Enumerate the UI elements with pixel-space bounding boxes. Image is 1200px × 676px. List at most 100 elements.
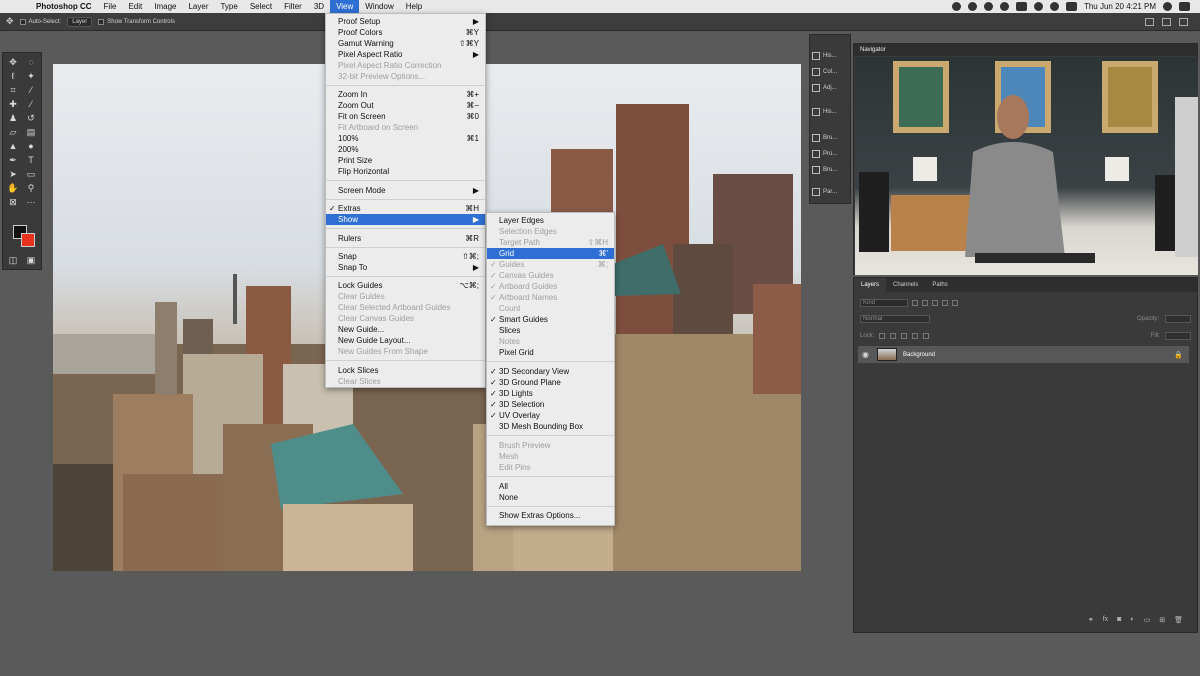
view-menu-item[interactable]: Zoom Out ⌘− xyxy=(326,100,485,111)
screen-icon[interactable] xyxy=(1015,2,1027,11)
show-menu-item[interactable]: Layer Edges xyxy=(487,215,614,226)
tab-paths[interactable]: Paths xyxy=(925,278,954,292)
auto-select-checkbox[interactable] xyxy=(19,18,26,25)
menu-3d[interactable]: 3D xyxy=(308,0,330,13)
wifi-icon[interactable] xyxy=(1049,2,1059,11)
show-menu-item[interactable]: ✓ 3D Ground Plane xyxy=(487,377,614,388)
search-icon[interactable] xyxy=(1163,2,1172,11)
add-mask-icon[interactable]: ◙ xyxy=(1117,616,1121,626)
adjustment-filter-icon[interactable] xyxy=(922,300,928,306)
zoom-tool-icon[interactable]: ⚲ xyxy=(25,183,37,193)
layer-style-icon[interactable]: fx xyxy=(1103,616,1108,626)
share-icon[interactable] xyxy=(1179,17,1188,26)
show-menu-item[interactable]: ✓ 3D Selection xyxy=(487,399,614,410)
view-menu-item[interactable]: Snap ⇧⌘; xyxy=(326,251,485,262)
new-group-icon[interactable]: ▭ xyxy=(1144,616,1151,626)
lock-image-icon[interactable] xyxy=(890,333,897,339)
layer-select[interactable]: Layer xyxy=(67,16,93,27)
show-menu-item[interactable]: ✓ 3D Secondary View xyxy=(487,366,614,377)
battery-icon[interactable] xyxy=(1065,2,1077,11)
type-filter-icon[interactable] xyxy=(932,300,938,306)
properties-panel-button[interactable]: Pro... xyxy=(812,147,850,161)
view-menu-item-extras[interactable]: ✓ Extras ⌘H xyxy=(326,203,485,214)
shape-filter-icon[interactable] xyxy=(942,300,948,306)
navigator-tab[interactable]: Navigator xyxy=(854,44,1197,56)
layer-row-background[interactable]: ◉ Background 🔒 xyxy=(858,346,1189,363)
menu-window[interactable]: Window xyxy=(359,0,399,13)
menu-view[interactable]: View xyxy=(330,0,360,13)
creative-cloud-icon[interactable] xyxy=(967,2,977,11)
path-selection-icon[interactable]: ➤ xyxy=(7,169,19,179)
pixel-filter-icon[interactable] xyxy=(912,300,918,306)
auto-select-option[interactable]: Auto-Select: xyxy=(19,18,61,25)
more-tools-icon[interactable]: ⋯ xyxy=(25,197,37,207)
background-color-swatch[interactable] xyxy=(21,233,35,247)
move-tool-icon[interactable]: ✥ xyxy=(7,57,19,67)
view-menu-item[interactable]: Gamut Warning ⇧⌘Y xyxy=(326,38,485,49)
menu-select[interactable]: Select xyxy=(244,0,278,13)
view-menu-item[interactable]: Lock Slices xyxy=(326,365,485,376)
blend-mode-select[interactable]: Normal xyxy=(860,315,930,323)
fill-field[interactable] xyxy=(1165,332,1191,340)
marquee-tool-icon[interactable]: ◌ xyxy=(25,57,37,67)
view-menu-item[interactable]: 200% xyxy=(326,144,485,155)
history-panel-button[interactable]: His... xyxy=(812,49,850,63)
menu-photoshop[interactable]: Photoshop CC xyxy=(30,0,98,13)
view-menu-item[interactable]: Zoom In ⌘+ xyxy=(326,89,485,100)
menu-image[interactable]: Image xyxy=(148,0,182,13)
gradient-tool-icon[interactable]: ▤ xyxy=(25,127,37,137)
clock[interactable]: Thu Jun 20 4:21 PM xyxy=(1084,2,1156,11)
menu-layer[interactable]: Layer xyxy=(182,0,214,13)
view-menu-item[interactable]: Lock Guides ⌥⌘; xyxy=(326,280,485,291)
record-icon[interactable] xyxy=(999,2,1009,11)
show-menu-item[interactable]: ✓ UV Overlay xyxy=(487,410,614,421)
lock-position-icon[interactable] xyxy=(901,333,908,339)
show-menu-item[interactable]: Slices xyxy=(487,325,614,336)
search-icon[interactable] xyxy=(1145,17,1154,26)
show-menu-item[interactable]: ✓ Smart Guides xyxy=(487,314,614,325)
mic-icon[interactable] xyxy=(983,2,993,11)
paragraph-panel-button[interactable]: Par... xyxy=(812,185,850,199)
screen-mode-icon[interactable]: ▣ xyxy=(25,255,37,265)
color-panel-button[interactable]: Col... xyxy=(812,65,850,79)
edit-toolbar-icon[interactable]: ⊠ xyxy=(7,197,19,207)
opacity-field[interactable] xyxy=(1165,315,1191,323)
eyedropper-icon[interactable]: ⁄ xyxy=(25,85,37,95)
lock-all-icon[interactable] xyxy=(923,333,930,339)
tab-channels[interactable]: Channels xyxy=(886,278,925,292)
histogram-panel-button[interactable]: His... xyxy=(812,105,850,119)
show-menu-item[interactable]: All xyxy=(487,481,614,492)
eraser-tool-icon[interactable]: ▱ xyxy=(7,127,19,137)
view-menu-item[interactable]: Flip Horizontal xyxy=(326,166,485,177)
move-tool-preset[interactable]: ✥ xyxy=(6,16,14,27)
shape-tool-icon[interactable]: ▭ xyxy=(25,169,37,179)
brush-panel-button[interactable]: Bru... xyxy=(812,131,850,145)
view-menu-item[interactable]: Pixel Aspect Ratio ▶ xyxy=(326,49,485,60)
view-menu-item[interactable]: Fit on Screen ⌘0 xyxy=(326,111,485,122)
history-brush-icon[interactable]: ↺ xyxy=(25,113,37,123)
view-menu-item[interactable]: Snap To ▶ xyxy=(326,262,485,273)
new-layer-icon[interactable]: ⊞ xyxy=(1159,616,1165,626)
trash-icon[interactable]: 🗑 xyxy=(1174,616,1183,626)
dodge-tool-icon[interactable]: ● xyxy=(25,141,37,151)
menu-edit[interactable]: Edit xyxy=(122,0,148,13)
show-menu-item[interactable]: Show Extras Options... xyxy=(487,510,614,521)
link-layers-icon[interactable]: ⚭ xyxy=(1088,616,1094,626)
view-menu-item[interactable]: 100% ⌘1 xyxy=(326,133,485,144)
brush-presets-panel-button[interactable]: Bru... xyxy=(812,163,850,177)
show-menu-item[interactable]: Pixel Grid xyxy=(487,347,614,358)
show-menu-item[interactable]: 3D Mesh Bounding Box xyxy=(487,421,614,432)
view-menu-item[interactable]: Rulers ⌘R xyxy=(326,233,485,244)
stamp-tool-icon[interactable]: ♟ xyxy=(7,113,19,123)
transform-checkbox[interactable] xyxy=(98,18,105,25)
view-menu-item[interactable]: Print Size xyxy=(326,155,485,166)
adjustments-panel-button[interactable]: Adj... xyxy=(812,81,850,95)
menu-filter[interactable]: Filter xyxy=(278,0,308,13)
healing-brush-icon[interactable]: ✚ xyxy=(7,99,19,109)
view-menu-item[interactable]: Proof Setup ▶ xyxy=(326,16,485,27)
show-menu-item[interactable]: ✓ 3D Lights xyxy=(487,388,614,399)
adjustment-layer-icon[interactable]: ◐ xyxy=(1130,616,1134,626)
view-menu-item[interactable]: New Guide... xyxy=(326,324,485,335)
kind-filter-select[interactable]: Kind xyxy=(860,299,908,307)
transform-option[interactable]: Show Transform Controls xyxy=(98,18,175,25)
